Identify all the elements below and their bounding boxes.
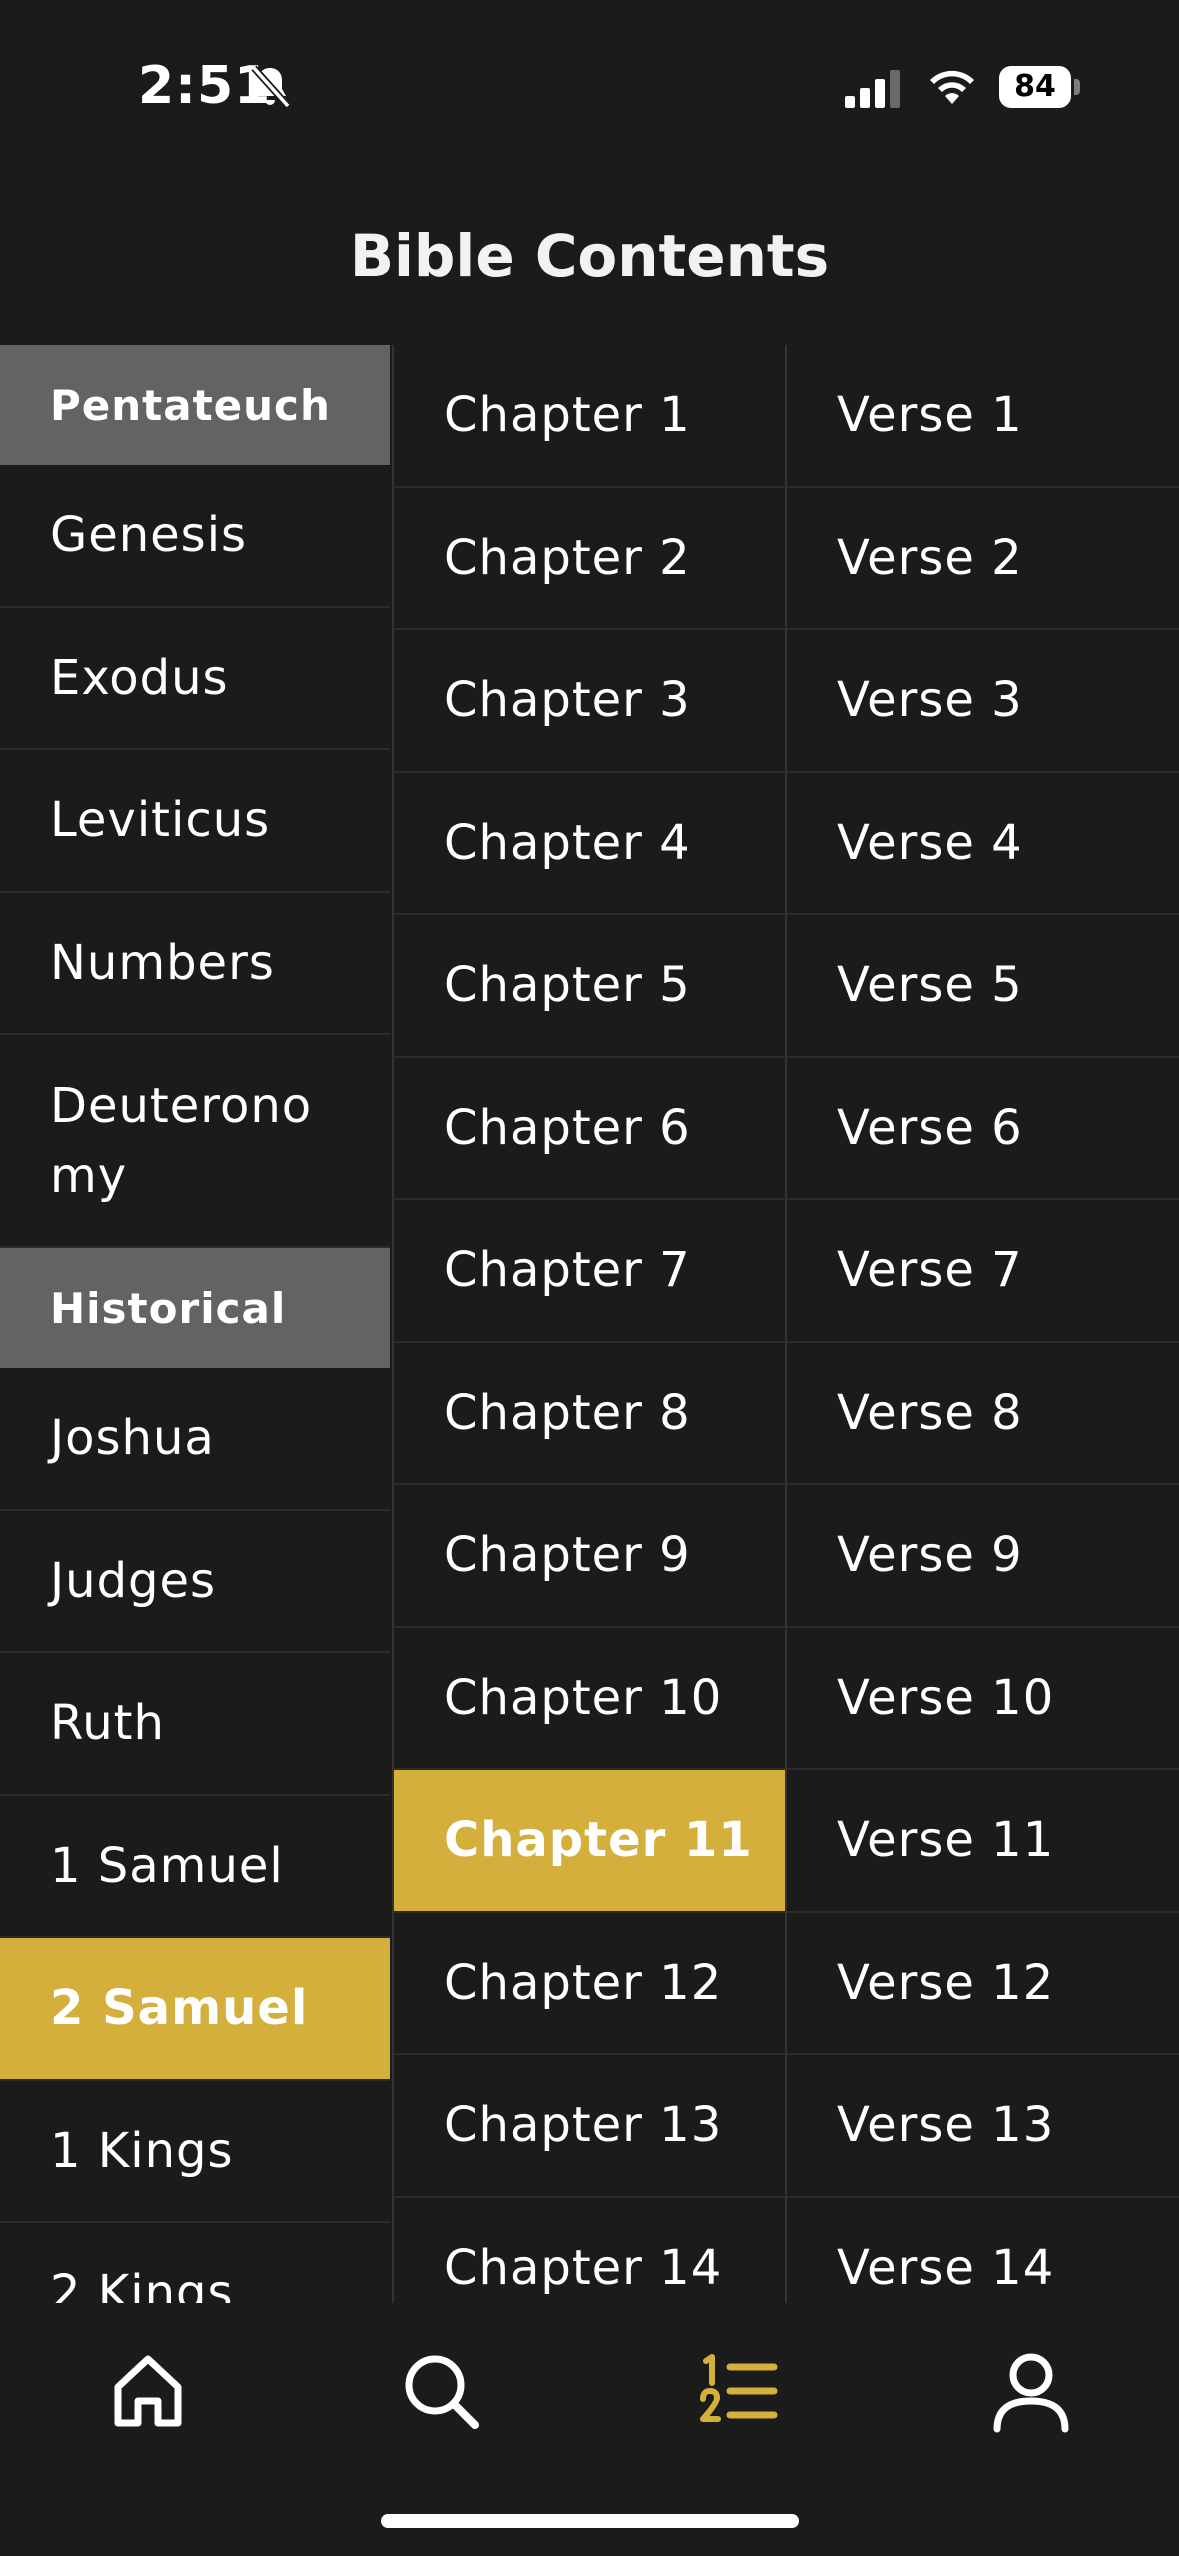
book-item[interactable]: Joshua bbox=[0, 1368, 390, 1511]
tab-profile[interactable] bbox=[983, 2343, 1079, 2439]
page-title: Bible Contents bbox=[349, 222, 830, 290]
contents-columns: Pentateuch Genesis Exodus Leviticus Numbers D… bbox=[0, 345, 1179, 2303]
tab-search[interactable] bbox=[393, 2343, 489, 2439]
chapter-item[interactable]: Chapter 4 bbox=[394, 773, 785, 915]
bell-off-icon bbox=[251, 65, 291, 109]
chapter-item[interactable]: Chapter 13 bbox=[394, 2055, 785, 2198]
book-item[interactable]: Exodus bbox=[0, 608, 390, 750]
book-item[interactable]: 1 Samuel bbox=[0, 1796, 390, 1938]
home-icon bbox=[114, 2355, 182, 2427]
verse-item[interactable]: Verse 9 bbox=[787, 1485, 1179, 1628]
book-item[interactable]: Genesis bbox=[0, 465, 390, 608]
book-item[interactable]: 2 Kings bbox=[0, 2223, 390, 2303]
section-header: Pentateuch bbox=[0, 345, 390, 465]
battery-level: 84 bbox=[1014, 69, 1056, 104]
verse-item[interactable]: Verse 3 bbox=[787, 630, 1179, 773]
chapter-item[interactable]: Chapter 3 bbox=[394, 630, 785, 773]
verse-item[interactable]: Verse 11 bbox=[787, 1770, 1179, 1913]
chapter-item[interactable]: Chapter 8 bbox=[394, 1343, 785, 1485]
wifi-icon bbox=[930, 70, 974, 104]
verse-item[interactable]: Verse 12 bbox=[787, 1913, 1179, 2055]
book-item[interactable]: 1 Kings bbox=[0, 2081, 390, 2223]
battery-indicator: 84 bbox=[999, 66, 1080, 108]
chapter-item[interactable]: Chapter 2 bbox=[394, 488, 785, 630]
tab-home[interactable] bbox=[100, 2343, 196, 2439]
book-item[interactable]: Deuteronomy bbox=[0, 1035, 390, 1248]
verse-item[interactable]: Verse 13 bbox=[787, 2055, 1179, 2198]
verse-item[interactable]: Verse 7 bbox=[787, 1200, 1179, 1343]
home-indicator bbox=[381, 2514, 799, 2528]
chapter-item[interactable]: Chapter 12 bbox=[394, 1913, 785, 2055]
verses-column[interactable]: Verse 1 Verse 2 Verse 3 Verse 4 Verse 5 Verse… bbox=[785, 345, 1179, 2303]
chapters-column[interactable]: Chapter 1 Chapter 2 Chapter 3 Chapter 4 Chap… bbox=[392, 345, 785, 2303]
verse-item[interactable]: Verse 8 bbox=[787, 1343, 1179, 1485]
chapter-item[interactable]: Chapter 9 bbox=[394, 1485, 785, 1628]
chapter-item[interactable]: Chapter 10 bbox=[394, 1628, 785, 1770]
chapter-item[interactable]: Chapter 1 bbox=[394, 345, 785, 488]
signal-icon bbox=[845, 70, 900, 108]
chapter-item[interactable]: Chapter 7 bbox=[394, 1200, 785, 1343]
numbered-list-icon bbox=[700, 2354, 778, 2422]
verse-item[interactable]: Verse 10 bbox=[787, 1628, 1179, 1770]
section-header: Historical bbox=[0, 1248, 390, 1368]
verse-item[interactable]: Verse 2 bbox=[787, 488, 1179, 630]
status-bar: 2:51 84 bbox=[0, 0, 1179, 160]
book-item[interactable]: Numbers bbox=[0, 893, 390, 1035]
chapter-item[interactable]: Chapter 5 bbox=[394, 915, 785, 1058]
book-item[interactable]: Ruth bbox=[0, 1653, 390, 1796]
verse-item[interactable]: Verse 4 bbox=[787, 773, 1179, 915]
chapter-item[interactable]: Chapter 6 bbox=[394, 1058, 785, 1200]
chapter-item[interactable]: Chapter 14 bbox=[394, 2198, 785, 2304]
person-icon bbox=[993, 2353, 1069, 2433]
tab-contents[interactable] bbox=[690, 2343, 786, 2439]
verse-item[interactable]: Verse 5 bbox=[787, 915, 1179, 1058]
verse-item[interactable]: Verse 6 bbox=[787, 1058, 1179, 1200]
verse-item[interactable]: Verse 14 bbox=[787, 2198, 1179, 2304]
verse-item[interactable]: Verse 1 bbox=[787, 345, 1179, 488]
book-item[interactable]: Leviticus bbox=[0, 750, 390, 893]
book-item[interactable]: 2 Samuel bbox=[0, 1938, 390, 2081]
books-column[interactable]: Pentateuch Genesis Exodus Leviticus Numbers D… bbox=[0, 345, 390, 2303]
battery-cap bbox=[1074, 79, 1080, 95]
chapter-item[interactable]: Chapter 11 bbox=[394, 1770, 785, 1913]
search-icon bbox=[405, 2355, 479, 2429]
book-item[interactable]: Judges bbox=[0, 1511, 390, 1653]
